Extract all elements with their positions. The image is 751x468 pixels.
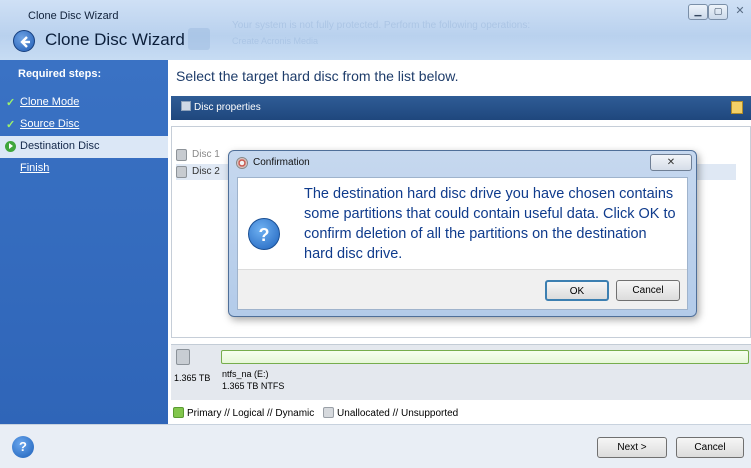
dialog-title: Confirmation (253, 157, 310, 168)
partition-strip: 1.365 TB ntfs_na (E:) 1.365 TB NTFS (171, 344, 751, 400)
confirmation-dialog: Confirmation ✕ ? The destination hard di… (228, 150, 697, 317)
shield-icon (188, 28, 210, 50)
legend-primary: Primary // Logical // Dynamic (187, 408, 315, 419)
step-label: Source Disc (20, 118, 80, 130)
disc-label: Disc 1 (192, 149, 220, 160)
disk-icon (176, 149, 187, 161)
unallocated-swatch-icon (323, 407, 335, 418)
app-icon (236, 157, 248, 169)
next-button[interactable]: Next > (597, 437, 667, 458)
primary-swatch-icon (173, 407, 184, 418)
checkmark-icon: ✓ (6, 97, 16, 109)
close-window-button[interactable]: ✕ (730, 4, 750, 20)
required-steps-title: Required steps: (18, 68, 102, 80)
help-icon[interactable]: ? (12, 436, 34, 458)
step-label: Finish (20, 162, 50, 174)
cancel-button[interactable]: Cancel (676, 437, 744, 458)
protection-banner: Your system is not fully protected. Perf… (232, 20, 531, 31)
disc-properties-button[interactable]: Disc properties (181, 101, 261, 113)
minimize-button[interactable]: ▁ (688, 4, 708, 20)
step-finish[interactable]: Finish (0, 158, 168, 180)
checkmark-icon: ✓ (6, 119, 16, 131)
step-clone-mode[interactable]: ✓ Clone Mode (0, 92, 168, 114)
window-title: Clone Disc Wizard (28, 10, 119, 22)
step-source-disc[interactable]: ✓ Source Disc (0, 114, 168, 136)
ok-button[interactable]: OK (545, 280, 609, 301)
dialog-footer: OK Cancel (238, 269, 687, 309)
maximize-button[interactable]: ▢ (708, 4, 728, 20)
step-label: Destination Disc (20, 140, 100, 152)
disk-icon (176, 166, 187, 178)
disk-icon (176, 349, 190, 365)
dialog-body: ? The destination hard disc drive you ha… (237, 177, 688, 310)
step-destination-disc[interactable]: Destination Disc (0, 136, 168, 158)
bottom-bar: ? Next > Cancel (0, 424, 751, 468)
protection-banner-link: Create Acronis Media (232, 36, 319, 46)
step-label: Clone Mode (20, 96, 80, 108)
partition-size: 1.365 TB NTFS (222, 381, 285, 391)
dialog-message: The destination hard disc drive you have… (304, 186, 676, 262)
partition-bar[interactable] (221, 350, 749, 364)
current-step-icon (5, 141, 16, 152)
columns-icon[interactable] (731, 101, 743, 114)
question-icon: ? (248, 218, 280, 250)
disc-label: Disc 2 (192, 166, 220, 177)
dialog-cancel-button[interactable]: Cancel (616, 280, 680, 301)
disk-size: 1.365 TB (174, 373, 211, 383)
back-arrow-icon[interactable] (13, 30, 35, 52)
title-bar: Clone Disc Wizard Clone Disc Wizard Your… (0, 0, 751, 60)
legend-unallocated: Unallocated // Unsupported (337, 408, 459, 419)
wizard-title: Clone Disc Wizard (45, 30, 185, 49)
disc-properties-label: Disc properties (194, 102, 261, 113)
properties-icon (181, 101, 191, 111)
dialog-close-button[interactable]: ✕ (650, 154, 692, 171)
partition-name: ntfs_na (E:) (222, 369, 269, 379)
page-title: Select the target hard disc from the lis… (176, 68, 459, 84)
disc-toolbar: Disc properties (171, 96, 751, 120)
sidebar: Required steps: ✓ Clone Mode ✓ Source Di… (0, 60, 168, 424)
legend: Primary // Logical // Dynamic Unallocate… (173, 407, 458, 419)
